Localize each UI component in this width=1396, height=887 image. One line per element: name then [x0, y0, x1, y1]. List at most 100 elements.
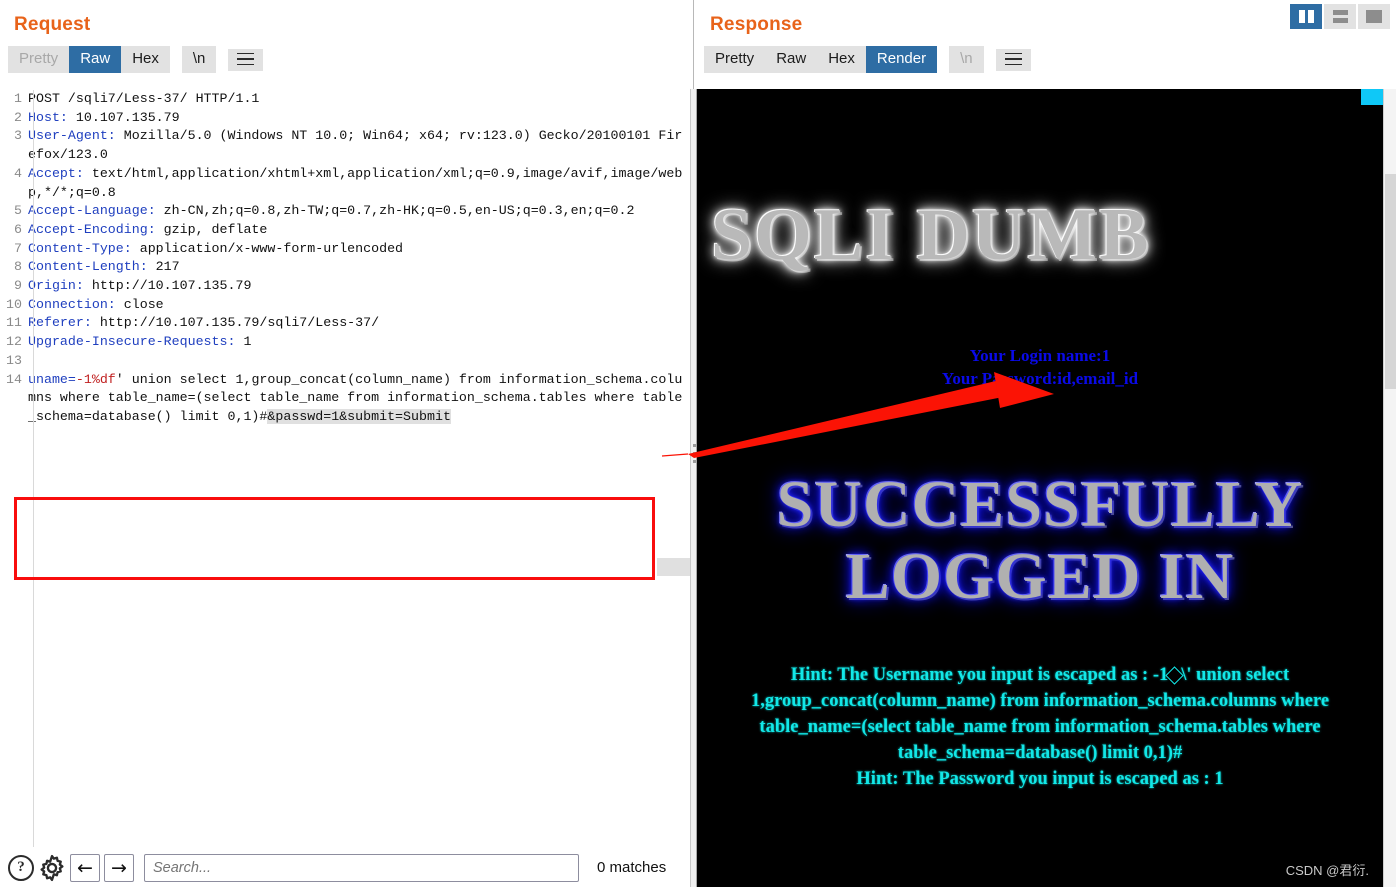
line-number: 3 — [14, 128, 22, 144]
question-mark-icon[interactable]: ? — [8, 854, 34, 881]
line-number: 11 — [6, 315, 22, 331]
request-line: 3 User-Agent: Mozilla/5.0 (Windows NT 10… — [0, 127, 694, 164]
line-number: 9 — [14, 278, 22, 294]
header-name: Referer: — [28, 315, 92, 331]
header-name: Content-Type: — [28, 240, 132, 256]
body-tail-selected: &passwd=1&submit=Submit — [267, 408, 451, 424]
response-scrollbar-thumb[interactable] — [1385, 174, 1396, 389]
header-value: 1 — [235, 334, 252, 350]
header-value: 217 — [147, 259, 180, 275]
line-number: 1 — [14, 91, 22, 106]
burp-suite-repeater-window: Request Pretty Raw Hex \n 1 POST /sqli7/… — [0, 0, 1396, 887]
response-pane: Response Pretty Raw Hex Render \n SQLI D… — [696, 0, 1396, 887]
header-value: gzip, deflate — [155, 221, 268, 237]
split-horizontal-layout-icon[interactable] — [1324, 4, 1356, 29]
body-param-name: uname= — [28, 371, 76, 387]
hamburger-icon — [1004, 52, 1022, 66]
gear-icon[interactable] — [38, 854, 66, 882]
split-vertical-layout-icon[interactable] — [1290, 4, 1322, 29]
line-number: 14 — [6, 371, 22, 387]
arrow-left-icon: ← — [77, 856, 93, 879]
request-editor[interactable]: 1 POST /sqli7/Less-37/ HTTP/1.1 2 Host: … — [0, 90, 694, 847]
line-number: 10 — [6, 296, 22, 312]
arrow-right-icon: → — [111, 856, 127, 879]
request-line: 4 Accept: text/html,application/xhtml+xm… — [0, 165, 694, 202]
line-number: 4 — [14, 165, 22, 181]
header-name: Connection: — [28, 296, 116, 312]
request-newline-toggle[interactable]: \n — [181, 46, 217, 73]
search-input[interactable] — [144, 853, 579, 882]
request-line: 6 Accept-Encoding: gzip, deflate — [0, 221, 694, 240]
rendered-response-page[interactable]: SQLI DUMB Your Login name:1 Your Passwor… — [697, 89, 1383, 887]
tab-request-hex[interactable]: Hex — [121, 46, 170, 73]
request-pane: Request Pretty Raw Hex \n 1 POST /sqli7/… — [0, 0, 694, 887]
line-number: 13 — [6, 352, 22, 368]
hamburger-icon — [237, 52, 255, 66]
password-text: Your Password:id,email_id — [941, 369, 1139, 388]
success-line-2: LOGGED IN — [845, 540, 1235, 613]
request-line: 10 Connection: close — [0, 296, 694, 315]
success-message: SUCCESSFULLY LOGGED IN — [697, 469, 1383, 613]
payload-annotation-box — [14, 497, 655, 580]
selection-highlight-tail — [657, 558, 691, 576]
header-value: http://10.107.135.79/sqli7/Less-37/ — [91, 315, 380, 331]
csdn-watermark: CSDN @君衍. — [1285, 863, 1369, 878]
line-number: 8 — [14, 259, 22, 275]
pane-divider[interactable] — [690, 89, 697, 887]
hint-password: Hint: The Password you input is escaped … — [856, 769, 1224, 789]
header-value: Mozilla/5.0 (Windows NT 10.0; Win64; x64… — [28, 128, 683, 163]
header-value: zh-CN,zh;q=0.8,zh-TW;q=0.7,zh-HK;q=0.5,e… — [155, 203, 635, 219]
request-title: Request — [14, 14, 91, 35]
response-scrollbar[interactable] — [1383, 89, 1396, 887]
tab-request-raw[interactable]: Raw — [69, 46, 122, 73]
line-number: 2 — [14, 109, 22, 125]
tab-response-hex[interactable]: Hex — [817, 46, 866, 73]
header-value: application/x-www-form-urlencoded — [131, 240, 404, 256]
header-value: http://10.107.135.79 — [83, 278, 252, 294]
response-tabbar: Pretty Raw Hex Render \n — [696, 36, 1396, 73]
request-tabbar: Pretty Raw Hex \n — [0, 36, 693, 73]
tab-response-raw[interactable]: Raw — [765, 46, 818, 73]
request-bottom-toolbar: ? ← → 0 matches — [0, 847, 694, 887]
request-body-line: 14 uname=-1%df' union select 1,group_con… — [0, 371, 694, 427]
line-number: 6 — [14, 221, 22, 237]
request-line: 11 Referer: http://10.107.135.79/sqli7/L… — [0, 314, 694, 333]
header-name: Accept: — [28, 165, 84, 181]
request-menu-button[interactable] — [228, 48, 264, 71]
success-line-1: SUCCESSFULLY — [776, 468, 1304, 541]
tab-request-pretty[interactable]: Pretty — [8, 46, 70, 73]
layout-mode-buttons — [1290, 4, 1390, 29]
search-next-button[interactable]: → — [104, 853, 134, 882]
header-value: text/html,application/xhtml+xml,applicat… — [28, 165, 683, 200]
hint-username-prefix: Hint: The Username you input is escaped … — [790, 665, 1169, 685]
body-injected-value: -1%df — [75, 371, 116, 387]
divider-grip-icon — [693, 444, 696, 468]
tab-response-pretty[interactable]: Pretty — [704, 46, 766, 73]
request-line: 8 Content-Length: 217 — [0, 258, 694, 277]
request-line: 5 Accept-Language: zh-CN,zh;q=0.8,zh-TW;… — [0, 202, 694, 221]
response-menu-button[interactable] — [995, 48, 1031, 71]
header-name: Content-Length: — [28, 259, 148, 275]
line-content: POST /sqli7/Less-37/ HTTP/1.1 — [28, 91, 260, 106]
header-name: User-Agent: — [28, 128, 116, 144]
request-line: 9 Origin: http://10.107.135.79 — [0, 277, 694, 296]
header-value: 10.107.135.79 — [67, 109, 180, 125]
request-line: 7 Content-Type: application/x-www-form-u… — [0, 240, 694, 259]
line-number: 5 — [14, 203, 22, 219]
request-line: 1 POST /sqli7/Less-37/ HTTP/1.1 — [0, 90, 694, 109]
line-number: 12 — [6, 334, 22, 350]
tab-response-render[interactable]: Render — [865, 46, 938, 73]
request-line: 13 — [0, 352, 694, 371]
match-count-label: 0 matches — [597, 859, 667, 876]
header-name: Accept-Encoding: — [28, 221, 156, 237]
line-number: 7 — [14, 240, 22, 256]
search-prev-button[interactable]: ← — [70, 853, 100, 882]
request-line: 12 Upgrade-Insecure-Requests: 1 — [0, 333, 694, 352]
response-newline-toggle[interactable]: \n — [949, 46, 984, 73]
single-pane-layout-icon[interactable] — [1358, 4, 1390, 29]
header-name: Accept-Language: — [28, 203, 156, 219]
gutter-divider — [33, 90, 34, 847]
header-value: close — [115, 296, 164, 312]
cyan-page-element — [1361, 89, 1383, 105]
login-name-text: Your Login name:1 — [969, 346, 1111, 365]
